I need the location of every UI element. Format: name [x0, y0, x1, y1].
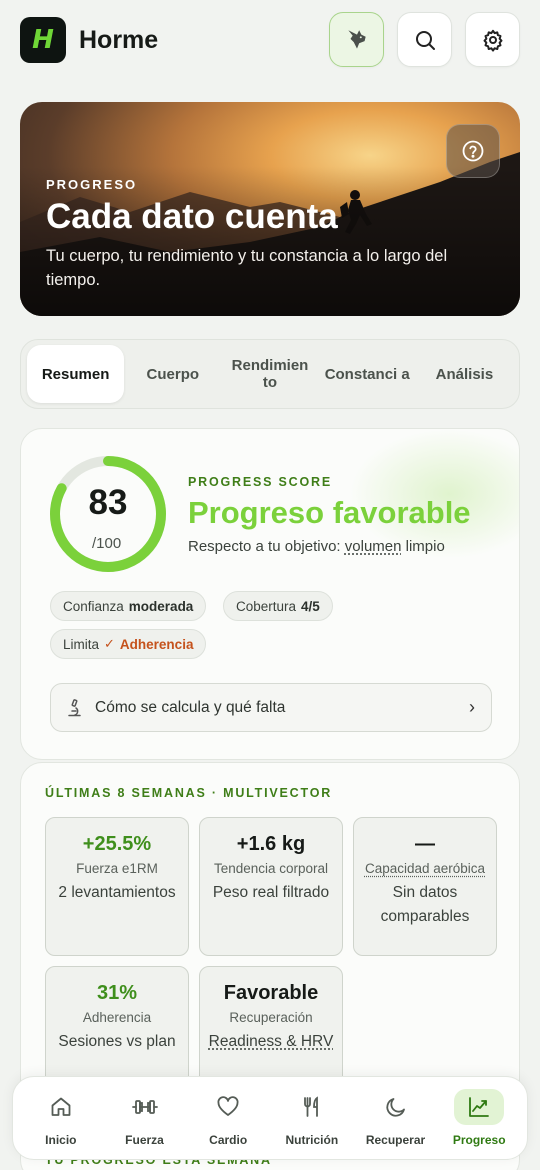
- moon-icon: [384, 1095, 408, 1119]
- help-button[interactable]: [446, 124, 500, 178]
- tab-resumen[interactable]: Resumen: [27, 345, 124, 403]
- search-icon: [413, 28, 437, 52]
- hero-subtitle: Tu cuerpo, tu rendimiento y tu constanci…: [46, 244, 476, 292]
- tab-cuerpo[interactable]: Cuerpo: [124, 345, 221, 403]
- score-subtitle: Respecto a tu objetivo: volumen limpio: [188, 538, 445, 555]
- hero-title: Cada dato cuenta: [46, 197, 338, 237]
- nav-label: Progreso: [453, 1133, 506, 1147]
- nav-item-cardio[interactable]: Cardio: [186, 1082, 270, 1154]
- wolf-icon: [344, 27, 370, 53]
- score-subtitle-prefix: Respecto a tu objetivo:: [188, 538, 345, 555]
- question-circle-icon: [461, 139, 485, 163]
- metric-detail-text: Readiness & HRV: [209, 1033, 334, 1050]
- nav-icon-wrap: [36, 1089, 86, 1125]
- metric-label: Capacidad aeróbica: [354, 860, 496, 877]
- progress-tabs: Resumen Cuerpo Rendimien to Constanci a …: [20, 339, 520, 409]
- metric-detail: Readiness & HRV: [200, 1030, 342, 1054]
- app-logo[interactable]: H: [20, 17, 66, 63]
- tab-analisis[interactable]: Análisis: [416, 345, 513, 403]
- tab-constancia[interactable]: Constanci a: [319, 345, 416, 403]
- metric-detail: Sin datos comparables: [354, 881, 496, 929]
- score-goal[interactable]: volumen: [345, 538, 402, 555]
- limit-label: Limita: [63, 637, 99, 652]
- hero-banner: PROGRESO Cada dato cuenta Tu cuerpo, tu …: [20, 102, 520, 316]
- bottom-nav: Inicio Fuerza Cardio Nutrición Recuperar…: [12, 1076, 528, 1160]
- metric-label: Recuperación: [200, 1009, 342, 1026]
- nav-item-recuperar[interactable]: Recuperar: [354, 1082, 438, 1154]
- metric-value: +1.6 kg: [200, 833, 342, 856]
- nav-label: Cardio: [209, 1133, 247, 1147]
- nav-item-progreso[interactable]: Progreso: [437, 1082, 521, 1154]
- nav-icon-wrap: [371, 1089, 421, 1125]
- dumbbell-icon: [131, 1095, 159, 1119]
- chart-line-icon: [466, 1095, 492, 1119]
- nav-label: Inicio: [45, 1133, 76, 1147]
- metric-value: Favorable: [200, 982, 342, 1005]
- hero-kicker: PROGRESO: [46, 177, 137, 192]
- tab-rendimiento[interactable]: Rendimien to: [221, 345, 318, 403]
- confidence-label: Confianza: [63, 599, 124, 614]
- metric-label: Fuerza e1RM: [46, 860, 188, 877]
- confidence-chip[interactable]: Confianza moderada: [50, 591, 206, 621]
- microscope-icon: [67, 699, 83, 717]
- metric-detail: Sesiones vs plan: [46, 1030, 188, 1054]
- chevron-right-icon: ›: [469, 697, 475, 718]
- nav-label: Fuerza: [125, 1133, 164, 1147]
- score-subtitle-suffix: limpio: [401, 538, 444, 555]
- metric-label: Tendencia corporal: [200, 860, 342, 877]
- app-header: H Horme: [0, 0, 540, 80]
- metric-detail: Peso real filtrado: [200, 881, 342, 905]
- nav-icon-wrap: [203, 1089, 253, 1125]
- utensils-icon: [300, 1095, 324, 1119]
- metric-detail: 2 levantamientos: [46, 881, 188, 905]
- metric-card-strength[interactable]: +25.5% Fuerza e1RM 2 levantamientos: [45, 817, 189, 956]
- home-icon: [49, 1095, 73, 1119]
- nav-item-inicio[interactable]: Inicio: [19, 1082, 103, 1154]
- app-title: Horme: [79, 26, 158, 55]
- score-max: /100: [92, 535, 121, 552]
- nav-label: Recuperar: [366, 1133, 425, 1147]
- logo-text: H: [32, 25, 54, 55]
- coverage-chip[interactable]: Cobertura 4/5: [223, 591, 333, 621]
- coverage-value: 4/5: [301, 599, 320, 614]
- score-title: Progreso favorable: [188, 495, 471, 531]
- nav-label: Nutrición: [286, 1133, 339, 1147]
- limit-chip[interactable]: Limita ✓ Adherencia: [50, 629, 206, 659]
- how-calculated-label: Cómo se calcula y qué falta: [95, 699, 285, 717]
- metric-card-aerobic[interactable]: — Capacidad aeróbica Sin datos comparabl…: [353, 817, 497, 956]
- nav-item-fuerza[interactable]: Fuerza: [103, 1082, 187, 1154]
- metric-label: Adherencia: [46, 1009, 188, 1026]
- metric-value: —: [354, 833, 496, 856]
- progress-score-card: 83 /100 PROGRESS SCORE Progreso favorabl…: [20, 428, 520, 760]
- metric-value: 31%: [46, 982, 188, 1005]
- nav-icon-wrap: [287, 1089, 337, 1125]
- score-value: 83: [47, 483, 169, 523]
- metric-value: +25.5%: [46, 833, 188, 856]
- how-calculated-button[interactable]: Cómo se calcula y qué falta ›: [50, 683, 492, 732]
- nav-icon-wrap: [454, 1089, 504, 1125]
- score-kicker: PROGRESS SCORE: [188, 475, 332, 489]
- metric-label-text: Capacidad aeróbica: [365, 861, 485, 876]
- nav-item-nutricion[interactable]: Nutrición: [270, 1082, 354, 1154]
- weeks-kicker: ÚLTIMAS 8 SEMANAS · MULTIVECTOR: [45, 786, 332, 800]
- header-actions: [329, 12, 520, 67]
- confidence-value: moderada: [129, 599, 194, 614]
- check-icon: ✓: [104, 636, 115, 652]
- limit-value: Adherencia: [120, 637, 194, 652]
- gear-icon: [481, 28, 505, 52]
- search-button[interactable]: [397, 12, 452, 67]
- heart-icon: [215, 1095, 241, 1119]
- metric-card-body-trend[interactable]: +1.6 kg Tendencia corporal Peso real fil…: [199, 817, 343, 956]
- wolf-mode-button[interactable]: [329, 12, 384, 67]
- nav-icon-wrap: [120, 1089, 170, 1125]
- coverage-label: Cobertura: [236, 599, 296, 614]
- settings-button[interactable]: [465, 12, 520, 67]
